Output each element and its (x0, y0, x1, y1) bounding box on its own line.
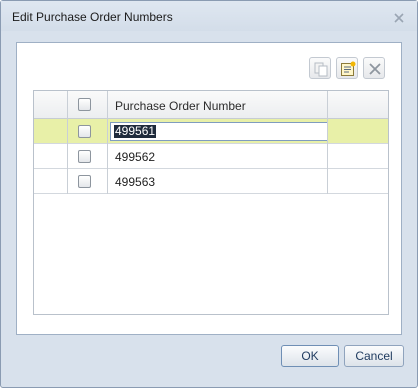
table-row[interactable]: 499561 (34, 119, 388, 144)
edit-po-dialog: Edit Purchase Order Numbers Purchase Ord… (0, 0, 418, 388)
table-row[interactable]: 499562 (34, 144, 388, 169)
row-checkbox[interactable] (78, 175, 91, 188)
select-all-checkbox[interactable] (78, 98, 91, 111)
po-number-input[interactable]: 499561 (110, 122, 328, 141)
column-header-po-number[interactable]: Purchase Order Number (115, 99, 246, 113)
column-divider (107, 91, 108, 194)
row-checkbox[interactable] (78, 150, 91, 163)
cancel-button[interactable]: Cancel (344, 345, 404, 367)
po-grid: Purchase Order Number 499561 499562 4995… (33, 90, 389, 315)
delete-row-button[interactable] (363, 57, 385, 79)
title-bar[interactable]: Edit Purchase Order Numbers (1, 1, 417, 31)
dialog-body: Purchase Order Number 499561 499562 4995… (16, 42, 402, 335)
add-row-button[interactable] (336, 57, 358, 79)
po-number-cell[interactable]: 499562 (115, 150, 155, 164)
table-row[interactable]: 499563 (34, 169, 388, 194)
close-x-icon[interactable] (392, 11, 406, 25)
grid-header: Purchase Order Number (34, 91, 388, 119)
po-number-cell[interactable]: 499563 (115, 175, 155, 189)
dialog-title: Edit Purchase Order Numbers (12, 10, 173, 24)
row-checkbox[interactable] (78, 125, 91, 138)
ok-button[interactable]: OK (281, 345, 339, 367)
column-divider (67, 91, 68, 194)
copy-button[interactable] (309, 57, 331, 79)
column-divider (327, 91, 328, 194)
po-number-input-value: 499561 (114, 124, 157, 138)
